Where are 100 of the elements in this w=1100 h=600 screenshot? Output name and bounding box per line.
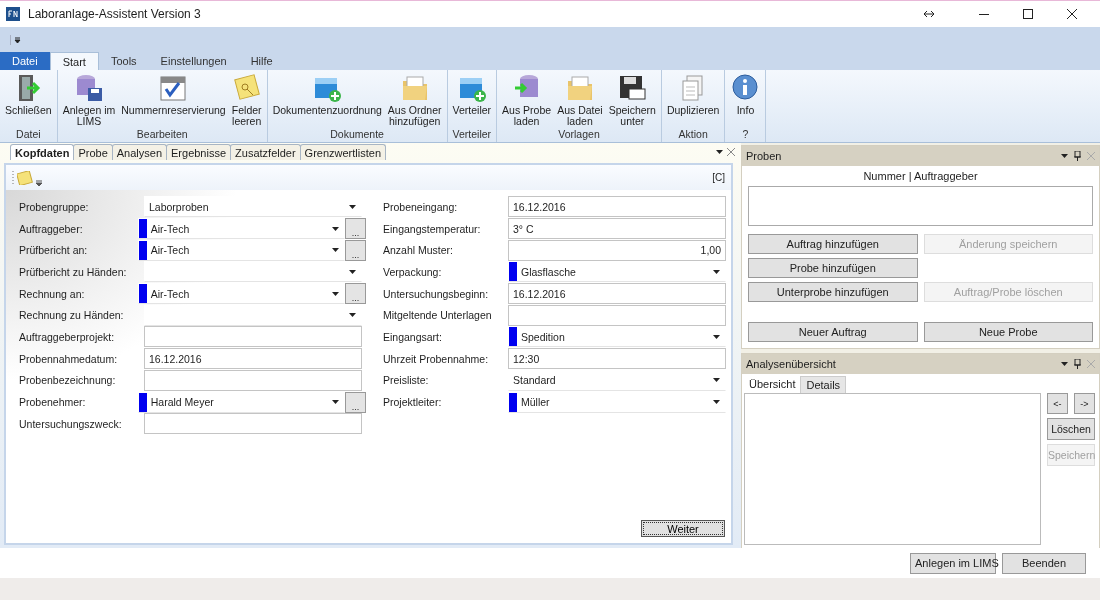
dropdown-arrow-icon (1061, 362, 1068, 366)
close-icon (727, 148, 735, 156)
dropdown-arrow-icon (332, 291, 339, 296)
ribbon-group-label: Bearbeiten (135, 128, 189, 142)
close-icon (1087, 360, 1095, 368)
browse-button[interactable]: ... (345, 391, 366, 413)
field-label: Eingangsart: (382, 330, 443, 343)
dropdown-arrow-icon (713, 400, 720, 405)
ribbon-button[interactable]: Anlegen im LIMS (59, 70, 119, 128)
input-field[interactable] (144, 326, 362, 348)
input-field[interactable]: 1,00 (508, 239, 726, 261)
ribbon-button[interactable]: Info (727, 70, 764, 128)
ribbon-tab[interactable]: Einstellungen (148, 52, 239, 70)
customize-toolbar-icon[interactable] (10, 34, 22, 45)
field-label: Mitgeltende Unterlagen (382, 309, 493, 322)
input-field[interactable]: 16.12.2016 (144, 348, 362, 370)
field-label: Untersuchungszweck: (18, 417, 123, 430)
action-button[interactable]: Löschen (1047, 418, 1095, 440)
samples-list[interactable] (748, 186, 1093, 226)
window-title: Laboranlage-Assistent Version 3 (28, 7, 202, 21)
pin-icon (1074, 359, 1081, 369)
field-label: Verpackung: (382, 265, 443, 278)
ribbon-button[interactable]: Duplizieren (663, 70, 723, 128)
ribbon-button[interactable]: Felder leeren (228, 70, 265, 128)
field-label: Eingangstemperatur: (382, 222, 482, 235)
analysis-list[interactable] (744, 393, 1041, 545)
minimize-icon[interactable] (979, 13, 989, 15)
action-button[interactable]: Neue Probe (923, 322, 1093, 342)
field-label: Probenehmer: (18, 396, 87, 409)
field-label: Prüfbericht zu Händen: (18, 265, 128, 278)
arrow-button[interactable]: <- (1047, 393, 1068, 414)
input-field[interactable] (144, 413, 362, 435)
dropdown-field[interactable]: Spedition (508, 326, 726, 348)
input-field[interactable]: 12:30 (508, 348, 726, 370)
dropdown-field[interactable] (144, 261, 362, 283)
browse-button[interactable]: ... (345, 283, 366, 305)
overflow-arrow-icon (36, 179, 42, 186)
field-label: Prüfbericht an: (18, 244, 89, 257)
ribbon-button[interactable]: Aus Ordner hinzufügen (384, 70, 445, 128)
field-label: Probennahmedatum: (18, 352, 119, 365)
input-field[interactable]: 16.12.2016 (508, 196, 726, 218)
dropdown-field[interactable]: Müller (508, 391, 726, 413)
document-tab[interactable]: Ergebnisse (166, 144, 232, 160)
dropdown-arrow-icon (349, 269, 356, 274)
action-button[interactable]: Unterprobe hinzufügen (748, 282, 918, 302)
dropdown-field[interactable]: Harald Meyer (137, 391, 345, 413)
ribbon-tab[interactable]: Datei (0, 52, 50, 70)
ribbon-button[interactable]: Aus Probe laden (499, 70, 555, 128)
input-field[interactable] (144, 369, 362, 391)
dropdown-arrow-icon (1061, 154, 1068, 158)
field-label: Probengruppe: (18, 200, 90, 213)
ribbon-tab[interactable]: Tools (98, 52, 149, 70)
field-label: Rechnung an: (18, 287, 86, 300)
ribbon-tab[interactable]: Start (49, 52, 99, 70)
app-logo-icon (6, 7, 20, 21)
panel-tab[interactable]: Details (800, 376, 847, 393)
panel-title: Analysenübersicht (746, 358, 837, 370)
ribbon-tab[interactable]: Hilfe (238, 52, 285, 70)
browse-button[interactable]: ... (345, 239, 366, 261)
ribbon-button[interactable]: Schließen (2, 70, 55, 128)
code-label: [C] (712, 172, 725, 183)
field-label: Projektleiter: (382, 396, 443, 409)
field-label: Untersuchungsbeginn: (382, 287, 490, 300)
info-icon (730, 73, 761, 103)
dropdown-field[interactable]: Glasflasche (508, 261, 726, 283)
ribbon-button[interactable]: Dokumentenzuordnung (269, 70, 385, 128)
dropdown-field[interactable]: Air-Tech (137, 239, 345, 261)
ribbon-button[interactable]: Nummernreservierung (118, 70, 229, 128)
arrow-button[interactable]: -> (1074, 393, 1095, 414)
dropdown-field[interactable]: Air-Tech (137, 283, 345, 305)
browse-button[interactable]: ... (345, 218, 366, 240)
document-tab[interactable]: Zusatzfelder (230, 144, 301, 160)
input-field[interactable]: 16.12.2016 (508, 283, 726, 305)
ribbon-group-label: Aktion (677, 128, 709, 142)
action-button[interactable]: Probe hinzufügen (748, 258, 918, 278)
dropdown-arrow-icon (713, 378, 720, 383)
dropdown-field[interactable] (144, 304, 362, 326)
input-field[interactable]: 3° C (508, 218, 726, 240)
document-tab[interactable]: Kopfdaten (10, 144, 75, 160)
ribbon-button[interactable]: Speichern unter (605, 70, 659, 128)
next-button[interactable]: Weiter (641, 520, 725, 537)
close-icon[interactable] (1067, 9, 1077, 19)
maximize-icon[interactable] (1023, 9, 1033, 19)
document-tab[interactable]: Analysen (111, 144, 167, 160)
document-tab[interactable]: Probe (73, 144, 113, 160)
action-button[interactable]: Auftrag hinzufügen (748, 234, 918, 254)
ribbon-button[interactable]: Aus Datei laden (554, 70, 606, 128)
field-label: Probenbezeichnung: (18, 374, 117, 387)
footer-button[interactable]: Beenden (1002, 552, 1086, 574)
dropdown-field[interactable]: Laborproben (144, 196, 362, 218)
action-button[interactable]: Neuer Auftrag (748, 322, 918, 342)
ribbon-button[interactable]: Verteiler (449, 70, 495, 128)
dropdown-field[interactable]: Air-Tech (137, 218, 345, 240)
sticky-note-icon[interactable] (17, 170, 33, 185)
input-field[interactable] (508, 304, 726, 326)
document-tab[interactable]: Grenzwertlisten (299, 144, 386, 160)
ribbon-group-label: Datei (15, 128, 42, 142)
field-label: Uhrzeit Probennahme: (382, 352, 490, 365)
panel-title: Proben (746, 150, 783, 162)
ribbon-group-label: Vorlagen (557, 128, 601, 142)
